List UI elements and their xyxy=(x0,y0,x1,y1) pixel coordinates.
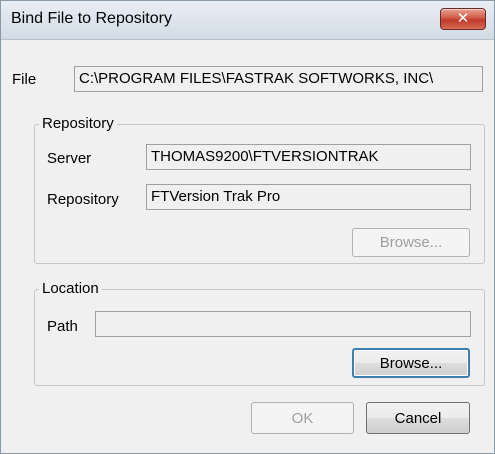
file-path-field[interactable]: C:\PROGRAM FILES\FASTRAK SOFTWORKS, INC\ xyxy=(74,66,483,92)
dialog-window: Bind File to Repository ✕ File C:\PROGRA… xyxy=(0,0,495,454)
window-title: Bind File to Repository xyxy=(11,10,172,27)
repository-label: Repository xyxy=(47,191,119,208)
location-group-title: Location xyxy=(39,280,102,297)
cancel-button[interactable]: Cancel xyxy=(366,402,470,434)
repository-field: FTVersion Trak Pro xyxy=(146,184,471,210)
close-icon: ✕ xyxy=(456,10,470,27)
path-label: Path xyxy=(47,318,78,335)
title-bar[interactable]: Bind File to Repository ✕ xyxy=(1,1,494,40)
repository-browse-button[interactable]: Browse... xyxy=(352,228,470,257)
file-label: File xyxy=(12,71,37,88)
repository-group-title: Repository xyxy=(39,115,117,132)
server-field: THOMAS9200\FTVERSIONTRAK xyxy=(146,144,471,170)
path-field[interactable] xyxy=(95,311,471,337)
server-label: Server xyxy=(47,150,92,167)
close-button[interactable]: ✕ xyxy=(440,8,486,30)
location-browse-button[interactable]: Browse... xyxy=(352,348,470,378)
ok-button[interactable]: OK xyxy=(251,402,354,434)
